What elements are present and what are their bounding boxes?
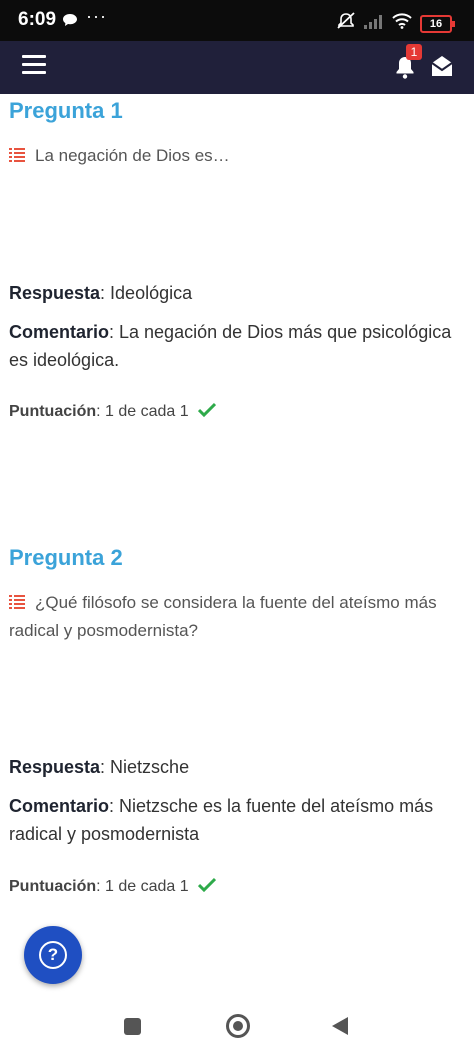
wifi-icon xyxy=(392,13,412,34)
checkmark-icon xyxy=(197,398,216,426)
comment-label: Comentario xyxy=(9,796,110,816)
question-2-answer: Respuesta: Nietzsche xyxy=(9,753,464,781)
battery-icon: 16 xyxy=(420,14,455,33)
signal-icon xyxy=(364,14,384,34)
home-button[interactable] xyxy=(226,1014,250,1038)
question-1-answer: Respuesta: Ideológica xyxy=(9,279,464,307)
app-bar: 1 xyxy=(0,41,474,94)
question-1-text-row: La negación de Dios es… xyxy=(9,142,459,170)
status-more: ··· xyxy=(86,6,107,26)
score-label: Puntuación xyxy=(9,403,97,420)
checkmark-icon xyxy=(197,873,216,901)
question-1-title: Pregunta 1 xyxy=(9,98,123,123)
mute-icon xyxy=(336,12,356,35)
question-1-score: Puntuación: 1 de cada 1 xyxy=(9,396,464,426)
score-label: Puntuación xyxy=(9,878,97,895)
score-value: : 1 de cada 1 xyxy=(96,878,189,895)
list-icon xyxy=(9,590,25,609)
question-2-comment: Comentario: Nietzsche es la fuente del a… xyxy=(9,792,464,848)
score-value: : 1 de cada 1 xyxy=(96,403,189,420)
answer-value: : Ideológica xyxy=(100,283,193,303)
question-1-text: La negación de Dios es… xyxy=(35,146,230,165)
question-2-text-row: ¿Qué filósofo se considera la fuente del… xyxy=(9,589,459,645)
question-2-text: ¿Qué filósofo se considera la fuente del… xyxy=(9,593,437,640)
status-time: 6:09 xyxy=(18,9,57,30)
notification-badge: 1 xyxy=(406,44,422,60)
recents-button[interactable] xyxy=(124,1018,141,1035)
answer-label: Respuesta xyxy=(9,283,101,303)
list-icon xyxy=(9,143,25,162)
answer-label: Respuesta xyxy=(9,757,101,777)
envelope-icon[interactable] xyxy=(430,55,454,82)
system-nav-bar xyxy=(0,1000,474,1054)
comment-label: Comentario xyxy=(9,322,110,342)
question-2-score: Puntuación: 1 de cada 1 xyxy=(9,871,464,901)
help-icon: ? xyxy=(39,941,67,969)
chat-bubble-icon xyxy=(63,13,77,31)
back-button[interactable] xyxy=(331,1016,349,1041)
help-button[interactable]: ? xyxy=(24,926,82,984)
menu-icon[interactable] xyxy=(22,55,46,75)
question-2-title: Pregunta 2 xyxy=(9,545,123,570)
answer-value: : Nietzsche xyxy=(100,757,190,777)
status-bar: 6:09 ··· 16 xyxy=(0,0,474,41)
question-1-comment: Comentario: La negación de Dios más que … xyxy=(9,318,464,374)
